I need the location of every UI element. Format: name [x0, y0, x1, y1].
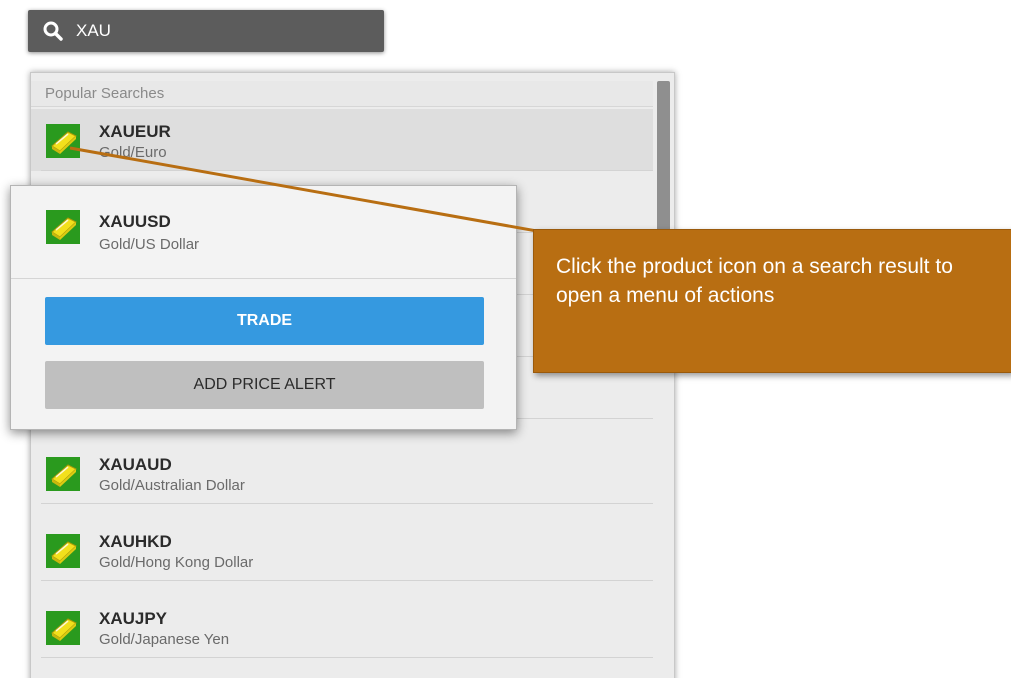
result-row-xauhkd[interactable]: XAUHKD Gold/Hong Kong Dollar [31, 519, 653, 581]
product-code: XAUUSD [99, 212, 171, 231]
callout-annotation: Click the product icon on a search resul… [533, 229, 1011, 373]
product-name: Gold/Japanese Yen [99, 631, 230, 648]
product-code: XAUHKD [99, 532, 172, 551]
menu-product-header: XAUUSD Gold/US Dollar [11, 186, 516, 279]
section-header-popular-searches: Popular Searches [31, 81, 653, 107]
add-price-alert-button[interactable]: ADD PRICE ALERT [45, 361, 484, 409]
product-code: XAUEUR [99, 122, 171, 141]
gold-bar-icon[interactable] [46, 210, 80, 244]
gold-bar-icon[interactable] [46, 611, 80, 645]
gold-bar-icon[interactable] [46, 457, 80, 491]
product-name: Gold/Hong Kong Dollar [99, 554, 254, 571]
result-row-xaujpy[interactable]: XAUJPY Gold/Japanese Yen [31, 596, 653, 658]
result-row-xauaud[interactable]: XAUAUD Gold/Australian Dollar [31, 442, 653, 504]
result-row-xaueur[interactable]: XAUEUR Gold/Euro [31, 109, 653, 171]
search-input[interactable] [76, 16, 356, 46]
product-name: Gold/Australian Dollar [99, 477, 245, 494]
row-divider [41, 503, 653, 504]
trade-button[interactable]: TRADE [45, 297, 484, 345]
search-icon[interactable] [42, 20, 64, 42]
scrollbar-thumb[interactable] [657, 81, 670, 251]
product-name: Gold/Euro [99, 144, 167, 161]
product-name: Gold/US Dollar [99, 236, 200, 253]
stage: Popular Searches XAUEUR Gold/Euro [0, 0, 1011, 678]
gold-bar-icon[interactable] [46, 124, 80, 158]
gold-bar-icon[interactable] [46, 534, 80, 568]
product-code: XAUAUD [99, 455, 172, 474]
product-action-menu: XAUUSD Gold/US Dollar TRADE ADD PRICE AL… [10, 185, 517, 430]
product-code: XAUJPY [99, 609, 168, 628]
search-bar [28, 10, 384, 52]
row-divider [41, 657, 653, 658]
row-divider [41, 580, 653, 581]
